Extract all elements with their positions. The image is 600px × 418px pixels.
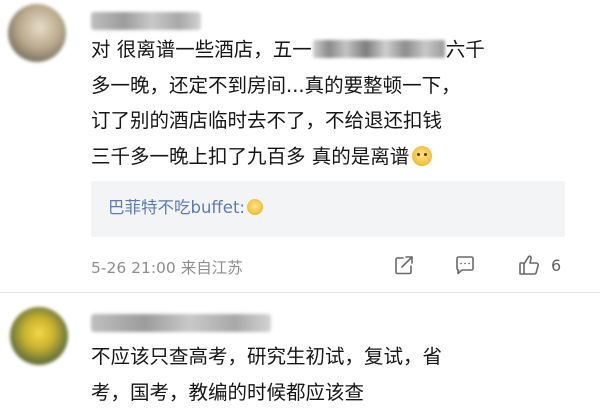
comment-date: 5-26 21:00	[91, 259, 176, 277]
comment-item: 不应该只查高考，研究生初试，复试，省 考，国考，教编的时候都应该查	[0, 293, 600, 418]
comment-item: 对 很离谱一些酒店，五一 六千 多一晚，还定不到房间...真的要整顿一下， 订了别…	[0, 0, 600, 292]
censored-region	[312, 40, 445, 58]
comment-text-part: 多一晚，还定不到房间...真的要整顿一下， 订了别的酒店临时去不了，不给退还扣钱…	[91, 73, 461, 168]
username-blurred[interactable]	[91, 12, 201, 30]
emoji-icon	[412, 145, 433, 166]
comment-text-part: 六千	[445, 38, 485, 61]
reply-preview[interactable]: 巴菲特不吃buffet:	[91, 181, 565, 237]
comment-text: 对 很离谱一些酒店，五一 六千 多一晚，还定不到房间...真的要整顿一下， 订了别…	[91, 32, 561, 174]
share-button[interactable]	[392, 253, 416, 277]
comment-feed: 对 很离谱一些酒店，五一 六千 多一晚，还定不到房间...真的要整顿一下， 订了别…	[0, 0, 600, 418]
comment-button[interactable]	[453, 253, 477, 277]
share-icon	[395, 256, 413, 275]
avatar[interactable]	[8, 4, 66, 62]
username-blurred[interactable]	[91, 314, 271, 332]
thumbs-up-icon	[519, 255, 539, 275]
emoji-icon	[246, 199, 263, 215]
comment-icon	[456, 256, 474, 275]
comment-text: 不应该只查高考，研究生初试，复试，省 考，国考，教编的时候都应该查	[91, 345, 443, 404]
like-count: 6	[551, 255, 562, 275]
comment-meta: 5-26 21:00 来自江苏	[91, 256, 243, 278]
avatar[interactable]	[10, 307, 68, 365]
comment-text-part: 对 很离谱一些酒店，五一	[91, 38, 312, 61]
like-button[interactable]: 6	[517, 253, 561, 277]
reply-text: 巴菲特不吃buffet:	[108, 197, 263, 219]
comment-source: 来自江苏	[180, 259, 243, 277]
reply-author-text: 巴菲特不吃buffet:	[108, 198, 245, 217]
